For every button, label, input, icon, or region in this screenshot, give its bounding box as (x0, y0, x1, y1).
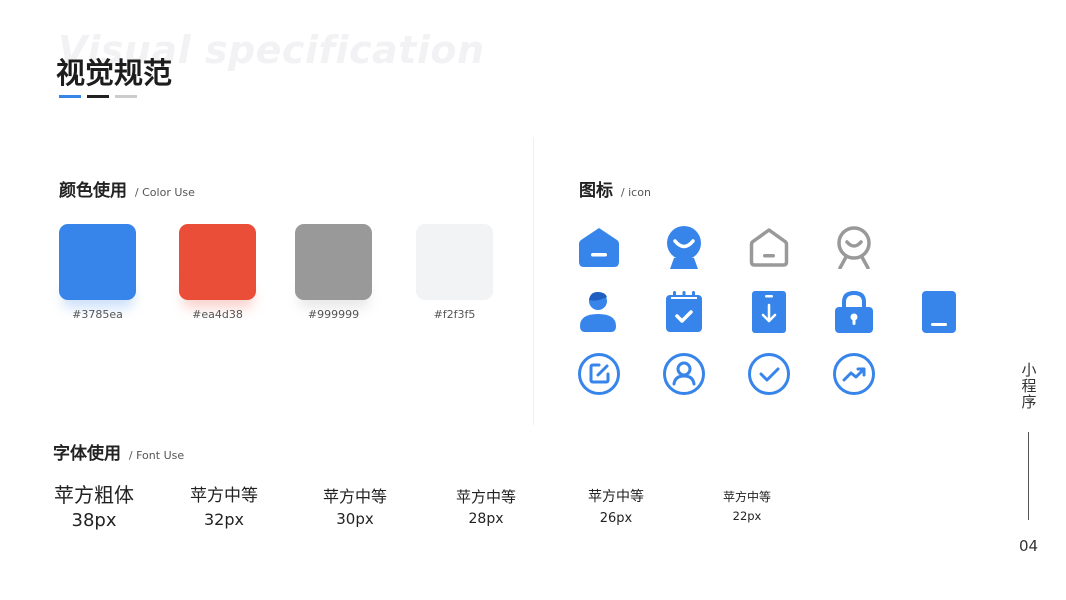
color-section-title: 颜色使用 / Color Use (59, 176, 195, 201)
font-section-subtitle: / Font Use (128, 449, 185, 462)
font-sample-name: 苹方中等 (588, 489, 644, 505)
user-filled-icon (577, 290, 621, 334)
font-sample-32: 苹方中等 32px (174, 485, 274, 533)
title-bar-gray (115, 95, 137, 98)
font-section-heading: 字体使用 (53, 444, 121, 464)
side-label: 小程序 (1021, 361, 1037, 411)
swatch-blue-label: #3785ea (72, 308, 123, 321)
trend-circle-icon (832, 352, 876, 396)
side-divider-line (1028, 432, 1029, 520)
user-circle-icon (662, 352, 706, 396)
font-sample-30: 苹方中等 30px (305, 486, 405, 532)
font-sample-size: 22px (732, 509, 762, 523)
calendar-check-icon (662, 290, 706, 334)
font-sample-name: 苹方中等 (722, 490, 771, 504)
icon-section-title: 图标 / icon (579, 176, 651, 201)
font-sample-size: 32px (204, 510, 244, 529)
font-sample-38: 苹方粗体 38px (44, 483, 144, 535)
home-filled-icon (577, 225, 621, 269)
home-outline-icon (747, 225, 791, 269)
swatch-red (179, 224, 256, 300)
swatch-light-label: #f2f3f5 (433, 308, 476, 321)
title-bar-blue (59, 95, 81, 98)
section-divider (533, 137, 534, 425)
webcam-outline-icon (832, 225, 876, 269)
lock-icon (832, 290, 876, 334)
font-sample-28: 苹方中等 28px (436, 487, 536, 531)
swatch-red-label: #ea4d38 (192, 308, 243, 321)
phone-download-icon (747, 290, 791, 334)
swatch-blue (59, 224, 136, 300)
font-sample-name: 苹方中等 (322, 487, 387, 506)
icon-section-heading: 图标 (579, 181, 613, 201)
title-bar-dark (87, 95, 109, 98)
font-section-title: 字体使用 / Font Use (53, 439, 184, 464)
font-sample-22: 苹方中等 22px (697, 489, 797, 527)
page-number: 04 (1019, 537, 1039, 555)
color-section-heading: 颜色使用 (59, 181, 127, 201)
page-title: 视觉规范 (56, 56, 173, 90)
font-sample-26: 苹方中等 26px (566, 488, 666, 530)
font-sample-size: 38px (71, 510, 117, 531)
tablet-icon (917, 290, 961, 334)
font-sample-name: 苹方中等 (455, 488, 516, 506)
title-underline-bars (59, 95, 137, 98)
font-sample-size: 26px (599, 511, 633, 526)
color-section-subtitle: / Color Use (134, 186, 195, 199)
icon-section-subtitle: / icon (620, 186, 651, 199)
webcam-filled-icon (662, 225, 706, 269)
swatch-light (416, 224, 493, 300)
font-sample-name: 苹方中等 (190, 486, 258, 506)
check-circle-icon (747, 352, 791, 396)
edit-circle-icon (577, 352, 621, 396)
font-sample-name: 苹方粗体 (54, 483, 134, 507)
font-sample-size: 28px (468, 511, 504, 527)
font-sample-size: 30px (336, 510, 374, 528)
swatch-gray (295, 224, 372, 300)
swatch-gray-label: #999999 (307, 308, 360, 321)
